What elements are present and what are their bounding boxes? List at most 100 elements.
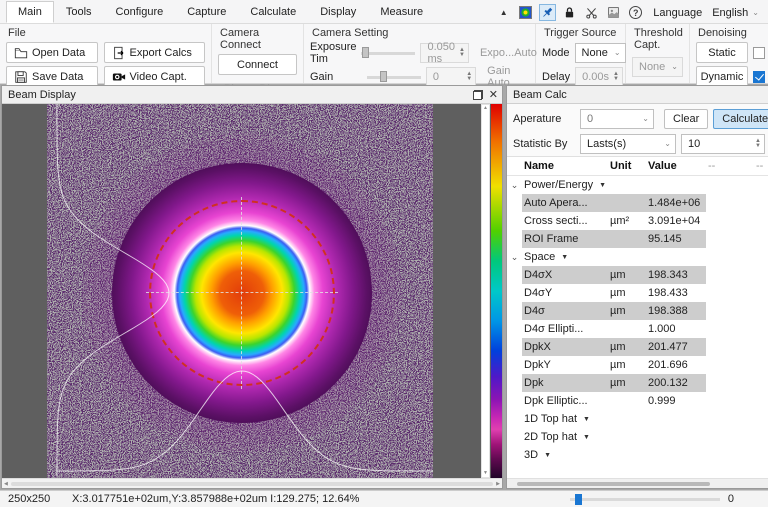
scroll-up-icon[interactable]: ▲ [483,105,488,112]
table-row[interactable]: Dpk Elliptic...0.999 [507,392,768,410]
float-window-icon[interactable] [473,90,483,100]
status-bar: 250x250 X:3.017751e+02um,Y:3.857988e+02u… [0,490,768,507]
beam-display-titlebar[interactable]: Beam Display ✕ [2,86,502,104]
table-row[interactable]: D4σµm198.388 [507,302,768,320]
table-header-row: Name Unit Value -- -- [507,157,768,176]
tab-calculate[interactable]: Calculate [238,1,308,23]
table-row[interactable]: ROI Frame95.145 [507,230,768,248]
pin-icon[interactable] [539,4,556,21]
scrollbar-thumb[interactable] [517,482,710,486]
tab-tools[interactable]: Tools [54,1,104,23]
tab-configure[interactable]: Configure [104,1,176,23]
spinner-arrows-icon[interactable]: ▲▼ [459,48,465,58]
row-unit: µm [608,338,646,356]
mode-label: Mode [542,47,570,59]
row-value: 198.433 [646,287,706,299]
menu-tabs: MainToolsConfigureCaptureCalculateDispla… [0,0,435,23]
threshold-select[interactable]: None⌄ [632,57,683,77]
table-row[interactable]: D4σXµm198.343 [507,266,768,284]
horizontal-scrollbar[interactable]: ◀ ▶ [2,478,502,488]
scroll-down-icon[interactable]: ▼ [483,470,488,477]
gain-slider[interactable] [367,70,421,84]
scroll-left-icon[interactable]: ◀ [4,481,8,487]
tab-capture[interactable]: Capture [175,1,238,23]
beam-image[interactable] [47,104,433,478]
section-dropdown-icon[interactable]: ▼ [544,452,551,459]
exposure-auto-button[interactable]: Expo...Auto [474,42,543,63]
lock-icon[interactable] [561,4,578,21]
dynamic-denoise-checkbox[interactable] [753,71,765,83]
section-dropdown-icon[interactable]: ▼ [583,416,590,423]
calculate-button[interactable]: Calculate [713,109,768,129]
table-row[interactable]: 3D▼ [507,446,768,464]
tab-measure[interactable]: Measure [368,1,435,23]
video-capture-button[interactable]: Video Capt. [104,66,205,87]
calc-horizontal-scrollbar[interactable] [507,478,768,488]
beam-display-view[interactable]: ▲ ▼ [2,104,502,478]
tab-main[interactable]: Main [6,1,54,23]
save-data-button[interactable]: Save Data [6,66,98,87]
language-select[interactable]: English ⌄ [709,6,762,20]
chevron-down-icon: ⌄ [658,139,671,148]
exposure-slider[interactable] [361,46,415,60]
exposure-spinbox[interactable]: 0.050 ms ▲▼ [420,43,468,63]
close-icon[interactable]: ✕ [489,90,498,100]
col-name[interactable]: Name [522,160,608,172]
table-row[interactable]: Cross secti...µm²3.091e+04 [507,212,768,230]
scrollbar-thumb[interactable] [11,482,493,486]
beam-calc-titlebar[interactable]: Beam Calc ✕ [507,86,768,104]
statistic-count-spinbox[interactable]: 10 ▲▼ [681,134,765,154]
tab-display[interactable]: Display [308,1,368,23]
col-extra-1[interactable]: -- [706,160,754,172]
table-row[interactable]: D4σYµm198.433 [507,284,768,302]
section-dropdown-icon[interactable]: ▼ [583,434,590,441]
spinner-arrows-icon[interactable]: ▲▼ [466,72,472,82]
table-row[interactable]: DpkYµm201.696 [507,356,768,374]
beam-image-icon[interactable] [517,4,534,21]
table-row[interactable]: 1D Top hat▼ [507,410,768,428]
scissors-icon[interactable] [583,4,600,21]
gain-auto-button[interactable]: Gain Auto [481,66,529,87]
row-unit: µm [608,374,646,392]
scroll-right-icon[interactable]: ▶ [496,481,500,487]
static-denoise-button[interactable]: Static [696,42,748,63]
spinner-arrows-icon[interactable]: ▲▼ [613,72,619,82]
section-dropdown-icon[interactable]: ▼ [561,254,568,261]
col-unit[interactable]: Unit [608,160,646,172]
table-row[interactable]: Dpkµm200.132 [507,374,768,392]
threshold-capture-label: Threshold Capt. [634,27,683,51]
col-value[interactable]: Value [646,160,706,172]
table-row[interactable]: Auto Apera...1.484e+06 [507,194,768,212]
tree-expand-icon[interactable]: ⌄ [509,180,521,191]
threshold-capture-group: Threshold Capt. None⌄ [626,24,690,83]
statistic-by-select[interactable]: Lasts(s)⌄ [580,134,676,154]
table-row[interactable]: 2D Top hat ▼ [507,428,768,446]
export-calcs-button[interactable]: Export Calcs [104,42,205,63]
table-row[interactable]: ⌄Power/Energy▼ [507,176,768,194]
tree-expand-icon[interactable]: ⌄ [509,252,521,263]
row-name: Cross secti... [522,215,608,227]
gain-spinbox[interactable]: 0 ▲▼ [426,67,476,87]
row-name: DpkY [522,359,608,371]
clear-button[interactable]: Clear [664,109,708,129]
dynamic-denoise-button[interactable]: Dynamic [696,66,748,87]
table-row[interactable]: ⌄Space▼ [507,248,768,266]
table-row[interactable]: DpkXµm201.477 [507,338,768,356]
vertical-scrollbar[interactable]: ▲ ▼ [481,104,490,478]
help-icon[interactable]: ? [627,4,644,21]
delay-spinbox[interactable]: 0.00s ▲▼ [575,67,623,87]
trigger-mode-select[interactable]: None⌄ [575,43,626,63]
collapse-arrow-icon[interactable]: ▲ [495,4,512,21]
static-denoise-checkbox[interactable] [753,47,765,59]
table-row[interactable]: D4σ Ellipti...1.000 [507,320,768,338]
row-name: Dpk [522,374,608,392]
col-extra-2[interactable]: -- [754,160,768,172]
open-data-button[interactable]: Open Data [6,42,98,63]
section-label: 2D Top hat [524,431,577,443]
snapshot-icon[interactable] [605,4,622,21]
display-zoom-slider[interactable] [570,493,720,506]
section-dropdown-icon[interactable]: ▼ [599,182,606,189]
connect-button[interactable]: Connect [218,54,297,75]
aperture-select[interactable]: 0⌄ [580,109,654,129]
spinner-arrows-icon[interactable]: ▲▼ [755,139,761,149]
